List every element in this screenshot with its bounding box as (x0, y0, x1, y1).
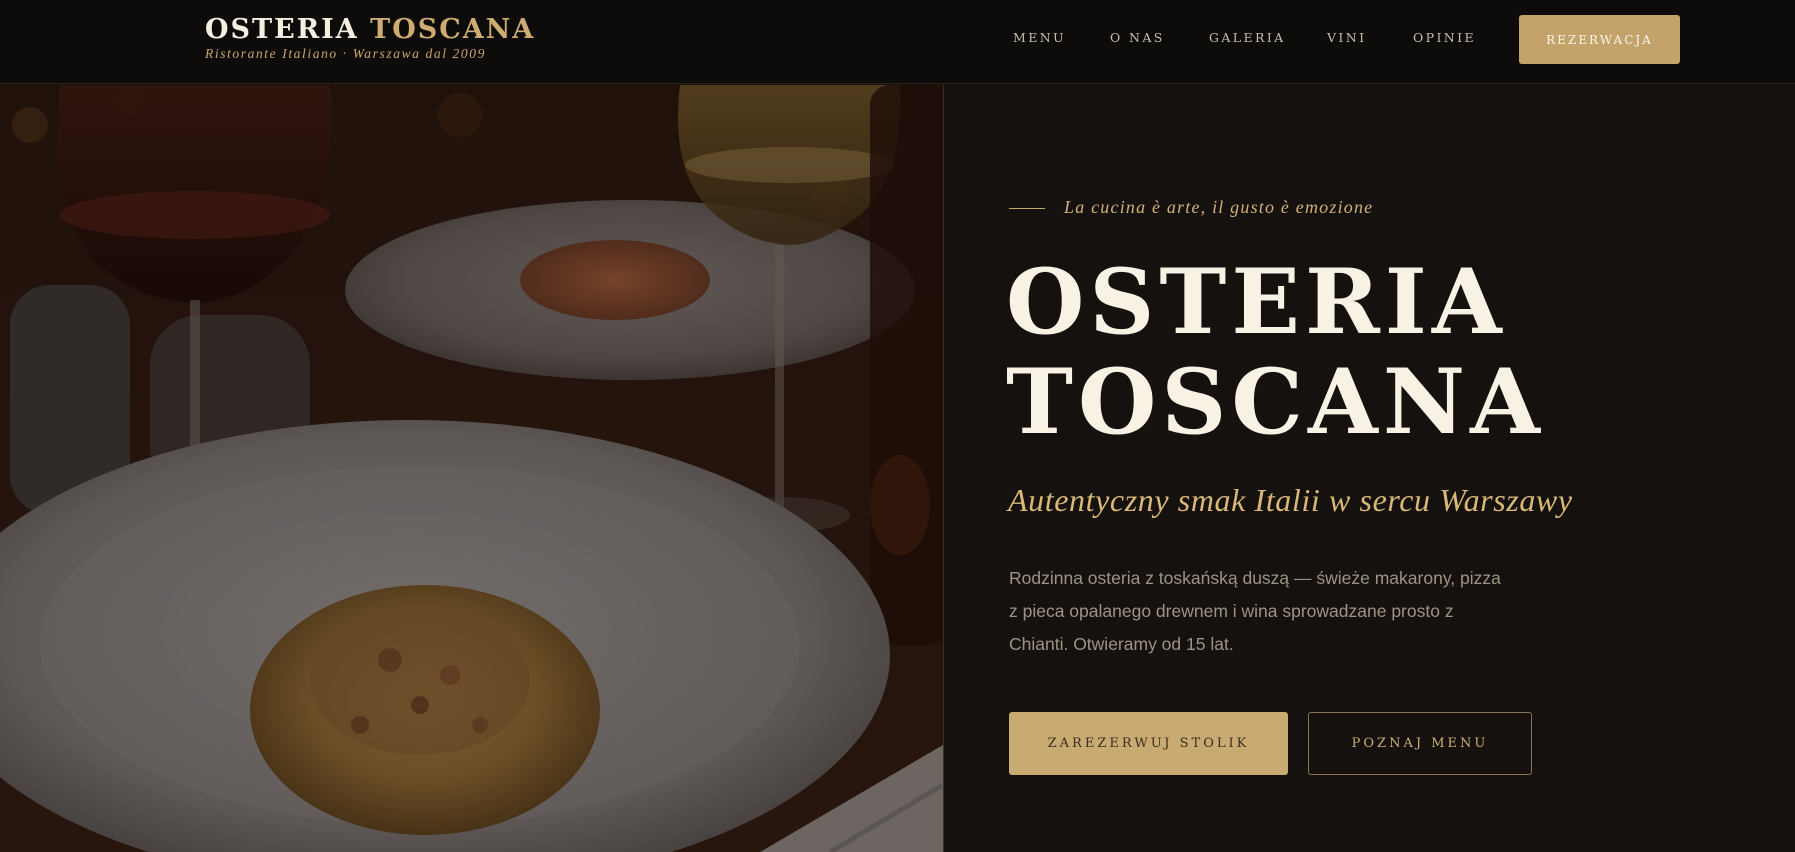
hero-title-line-1: OSTERIA (1006, 249, 1507, 355)
hero-title-line-2: TOSCANA (1006, 349, 1545, 455)
book-table-button[interactable]: ZAREZERWUJ STOLIK (1009, 712, 1288, 775)
nav-item-menu[interactable]: MENU (1013, 30, 1066, 45)
nav-item-galeria[interactable]: GALERIA (1209, 30, 1286, 45)
hero-description-line-1: Rodzinna osteria z toskańską duszą — świ… (1009, 568, 1501, 588)
hero-description-line-3: Chianti. Otwieramy od 15 lat. (1009, 634, 1234, 654)
hero-description: Rodzinna osteria z toskańską duszą — świ… (1009, 562, 1501, 661)
reservation-button[interactable]: REZERWACJA (1519, 15, 1680, 64)
hero-description-line-2: z pieca opalanego drewnem i wina sprowad… (1009, 601, 1454, 621)
brand-subtitle: Ristorante Italiano · Warszawa dal 2009 (205, 46, 486, 61)
view-menu-button[interactable]: POZNAJ MENU (1308, 712, 1532, 775)
brand-name: OSTERIA TOSCANA (205, 14, 535, 46)
site-header: OSTERIA TOSCANA Ristorante Italiano · Wa… (0, 0, 1795, 84)
tagline-rule (1009, 208, 1045, 209)
nav-item-o-nas[interactable]: O NAS (1110, 30, 1165, 45)
brand-name-primary: OSTERIA (205, 14, 359, 45)
brand-logo[interactable]: OSTERIA TOSCANA Ristorante Italiano · Wa… (205, 14, 535, 62)
hero-title: OSTERIA TOSCANA (1006, 252, 1545, 452)
hero-photo (0, 85, 943, 852)
nav-item-vini[interactable]: VINI (1327, 30, 1366, 45)
hero-photo-illustration (0, 85, 943, 852)
hero-tagline: La cucina è arte, il gusto è emozione (1064, 197, 1374, 217)
nav-item-opinie[interactable]: OPINIE (1413, 30, 1476, 45)
hero-subtitle: Autentyczny smak Italii w sercu Warszawy (1008, 482, 1573, 518)
brand-name-accent: TOSCANA (370, 14, 536, 45)
